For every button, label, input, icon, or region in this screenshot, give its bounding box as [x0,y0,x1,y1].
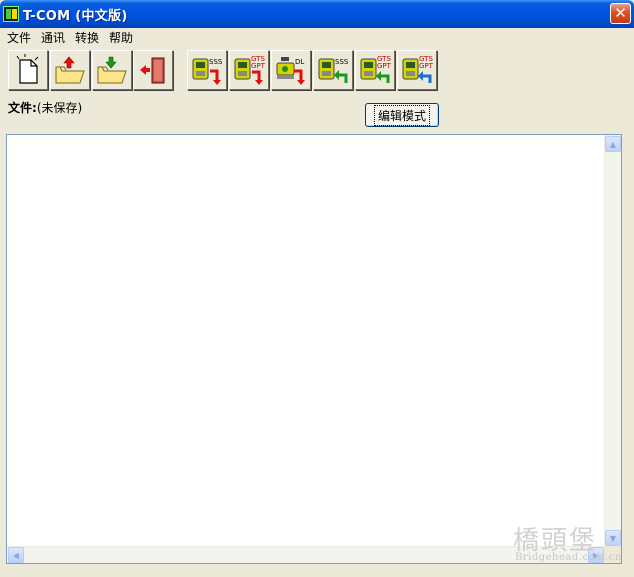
open-download-folder-icon [97,56,127,84]
menu-communication[interactable]: 通讯 [37,29,69,46]
instrument-gts-gpt-receive-icon: GTS GPT [360,55,392,83]
instrument-gts-gpt-send-icon: GTS GPT [234,55,266,85]
receive-gts-gpt-button[interactable]: GTS GPT [355,50,395,90]
exit-door-icon [140,57,165,84]
open-upload-folder-icon [55,56,85,84]
scroll-down-icon[interactable]: ▼ [605,530,621,546]
convert-gts-gpt-button[interactable]: GTS GPT [397,50,437,90]
instrument-gts-gpt-convert-icon: GTS GPT [402,55,434,83]
menu-help[interactable]: 帮助 [105,29,137,46]
scroll-up-icon[interactable]: ▲ [605,136,621,152]
edit-mode-label: 编辑模式 [373,104,430,126]
svg-text:SSS: SSS [209,58,223,66]
instrument-dl-send-icon: DL [276,57,305,85]
editor-textarea[interactable]: ▲ ▼ ◀ ▶ [6,134,622,564]
svg-text:GPT: GPT [377,62,392,70]
receive-sss-button[interactable]: SSS [313,50,353,90]
open-upload-button[interactable] [50,50,90,90]
watermark-url: Bridgehead.com.cn [515,552,622,563]
send-gts-gpt-button[interactable]: GTS GPT [229,50,269,90]
new-file-button[interactable] [8,50,48,90]
file-label: 文件: [8,101,37,115]
title-bar[interactable]: T-COM (中文版) ✕ [0,0,634,28]
close-icon: ✕ [614,4,627,22]
edit-mode-button[interactable]: 编辑模式 [365,103,439,127]
svg-text:GPT: GPT [419,62,434,70]
menu-bar: 文件 通讯 转换 帮助 [0,28,634,46]
vertical-scrollbar[interactable]: ▲ ▼ [604,135,621,547]
scroll-left-icon[interactable]: ◀ [8,547,24,563]
send-sss-button[interactable]: SSS [187,50,227,90]
window-title: T-COM (中文版) [23,8,128,24]
menu-file[interactable]: 文件 [3,29,35,46]
svg-text:DL: DL [295,58,304,66]
app-icon [3,6,19,22]
new-file-icon [16,54,39,84]
instrument-sss-send-icon: SSS [192,58,223,85]
open-download-button[interactable] [92,50,132,90]
watermark: 橋頭堡 Bridgehead.com.cn [513,520,621,563]
toolbar: SSS GTS GPT DL SSS GTS GPT GTS GPT [0,47,634,93]
send-dl-button[interactable]: DL [271,50,311,90]
close-button[interactable]: ✕ [610,3,631,24]
menu-convert[interactable]: 转换 [71,29,103,46]
instrument-sss-receive-icon: SSS [318,58,349,83]
svg-text:GPT: GPT [251,62,266,70]
svg-text:SSS: SSS [335,58,349,66]
exit-button[interactable] [133,50,173,90]
file-status: 文件:(未保存) [8,99,82,116]
file-save-status: (未保存) [36,101,83,115]
